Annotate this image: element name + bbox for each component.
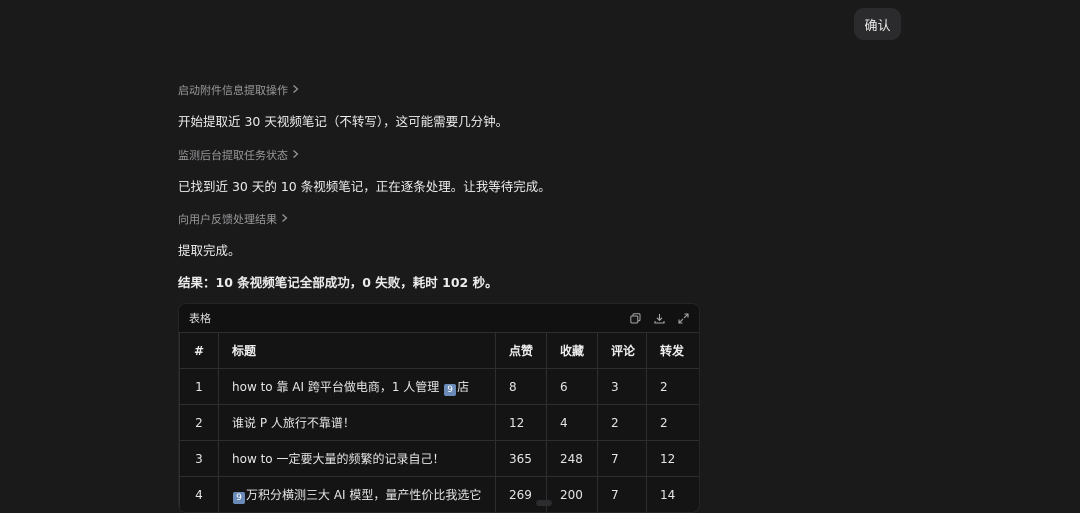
step-monitor-task[interactable]: 监测后台提取任务状态 — [178, 147, 300, 163]
cell-index: 3 — [179, 440, 219, 477]
title-text: how to 一定要大量的频繁的记录自己！ — [232, 452, 445, 466]
cell-comments: 3 — [597, 368, 647, 405]
cell-favorites: 6 — [546, 368, 598, 405]
step-message: 开始提取近 30 天视频笔记（不转写），这可能需要几分钟。 — [178, 114, 509, 129]
title-text: how to 靠 AI 跨平台做电商，1 人管理 — [232, 379, 444, 394]
cell-shares: 14 — [646, 476, 699, 512]
number-badge-icon: 9 — [233, 491, 245, 504]
cell-likes: 8 — [495, 368, 547, 405]
copy-icon[interactable] — [629, 312, 641, 324]
result-table-card: 表格 # 标题 点赞 收藏 评论 转发 1 how to 靠 AI 跨平台做电商… — [178, 303, 700, 513]
cell-comments: 7 — [597, 476, 647, 512]
notes-table: # 标题 点赞 收藏 评论 转发 1 how to 靠 AI 跨平台做电商，1 … — [179, 332, 699, 512]
column-header: 评论 — [597, 332, 647, 369]
expand-icon[interactable] — [677, 312, 689, 324]
confirm-message-bubble: 确认 — [854, 8, 901, 40]
cell-likes: 12 — [495, 404, 547, 441]
table-row: 4 9 万积分横测三大 AI 模型，量产性价比我选它 269 200 7 14 — [179, 476, 699, 512]
title-text: 万积分横测三大 AI 模型，量产性价比我选它 — [246, 487, 482, 502]
cell-title: how to 靠 AI 跨平台做电商，1 人管理 9店 — [218, 368, 496, 405]
cell-likes: 269 — [495, 476, 547, 512]
table-header-row: # 标题 点赞 收藏 评论 转发 — [179, 332, 699, 369]
step-label: 启动附件信息提取操作 — [178, 84, 288, 97]
chevron-right-icon — [291, 149, 300, 162]
title-text: 店 — [457, 379, 470, 394]
cell-title: 9 万积分横测三大 AI 模型，量产性价比我选它 — [218, 476, 496, 512]
cell-title: how to 一定要大量的频繁的记录自己！ — [218, 440, 496, 477]
confirm-text: 确认 — [864, 18, 891, 34]
step-label: 向用户反馈处理结果 — [178, 213, 277, 226]
table-header-bar: 表格 — [179, 304, 699, 332]
column-header: # — [179, 332, 219, 369]
column-header: 点赞 — [495, 332, 547, 369]
cell-comments: 2 — [597, 404, 647, 441]
result-summary: 结果：10 条视频笔记全部成功，0 失败，耗时 102 秒。 — [178, 275, 498, 290]
cell-favorites: 4 — [546, 404, 598, 441]
cell-comments: 7 — [597, 440, 647, 477]
chevron-right-icon — [291, 84, 300, 97]
cell-favorites: 200 — [546, 476, 598, 512]
cell-favorites: 248 — [546, 440, 598, 477]
table-toolbar — [629, 312, 689, 324]
title-text: 谁说 P 人旅行不靠谱！ — [232, 416, 355, 430]
table-title: 表格 — [189, 312, 211, 325]
cell-shares: 12 — [646, 440, 699, 477]
chevron-right-icon — [280, 213, 289, 226]
step-label: 监测后台提取任务状态 — [178, 149, 288, 162]
download-icon[interactable] — [653, 312, 665, 324]
step-message: 已找到近 30 天的 10 条视频笔记，正在逐条处理。让我等待完成。 — [178, 179, 551, 194]
scroll-indicator[interactable] — [536, 500, 552, 506]
table-row: 2 谁说 P 人旅行不靠谱！ 12 4 2 2 — [179, 404, 699, 441]
cell-index: 1 — [179, 368, 219, 405]
table-row: 3 how to 一定要大量的频繁的记录自己！ 365 248 7 12 — [179, 440, 699, 477]
table-row: 1 how to 靠 AI 跨平台做电商，1 人管理 9店 8 6 3 2 — [179, 368, 699, 405]
step-extract-attachment[interactable]: 启动附件信息提取操作 — [178, 82, 300, 98]
number-badge-icon: 9 — [444, 383, 457, 396]
cell-shares: 2 — [646, 404, 699, 441]
cell-shares: 2 — [646, 368, 699, 405]
cell-index: 2 — [179, 404, 219, 441]
column-header: 收藏 — [546, 332, 598, 369]
step-feedback-result[interactable]: 向用户反馈处理结果 — [178, 211, 289, 227]
column-header: 标题 — [218, 332, 496, 369]
cell-index: 4 — [179, 476, 219, 512]
column-header: 转发 — [646, 332, 699, 369]
cell-likes: 365 — [495, 440, 547, 477]
cell-title: 谁说 P 人旅行不靠谱！ — [218, 404, 496, 441]
step-message: 提取完成。 — [178, 243, 241, 258]
